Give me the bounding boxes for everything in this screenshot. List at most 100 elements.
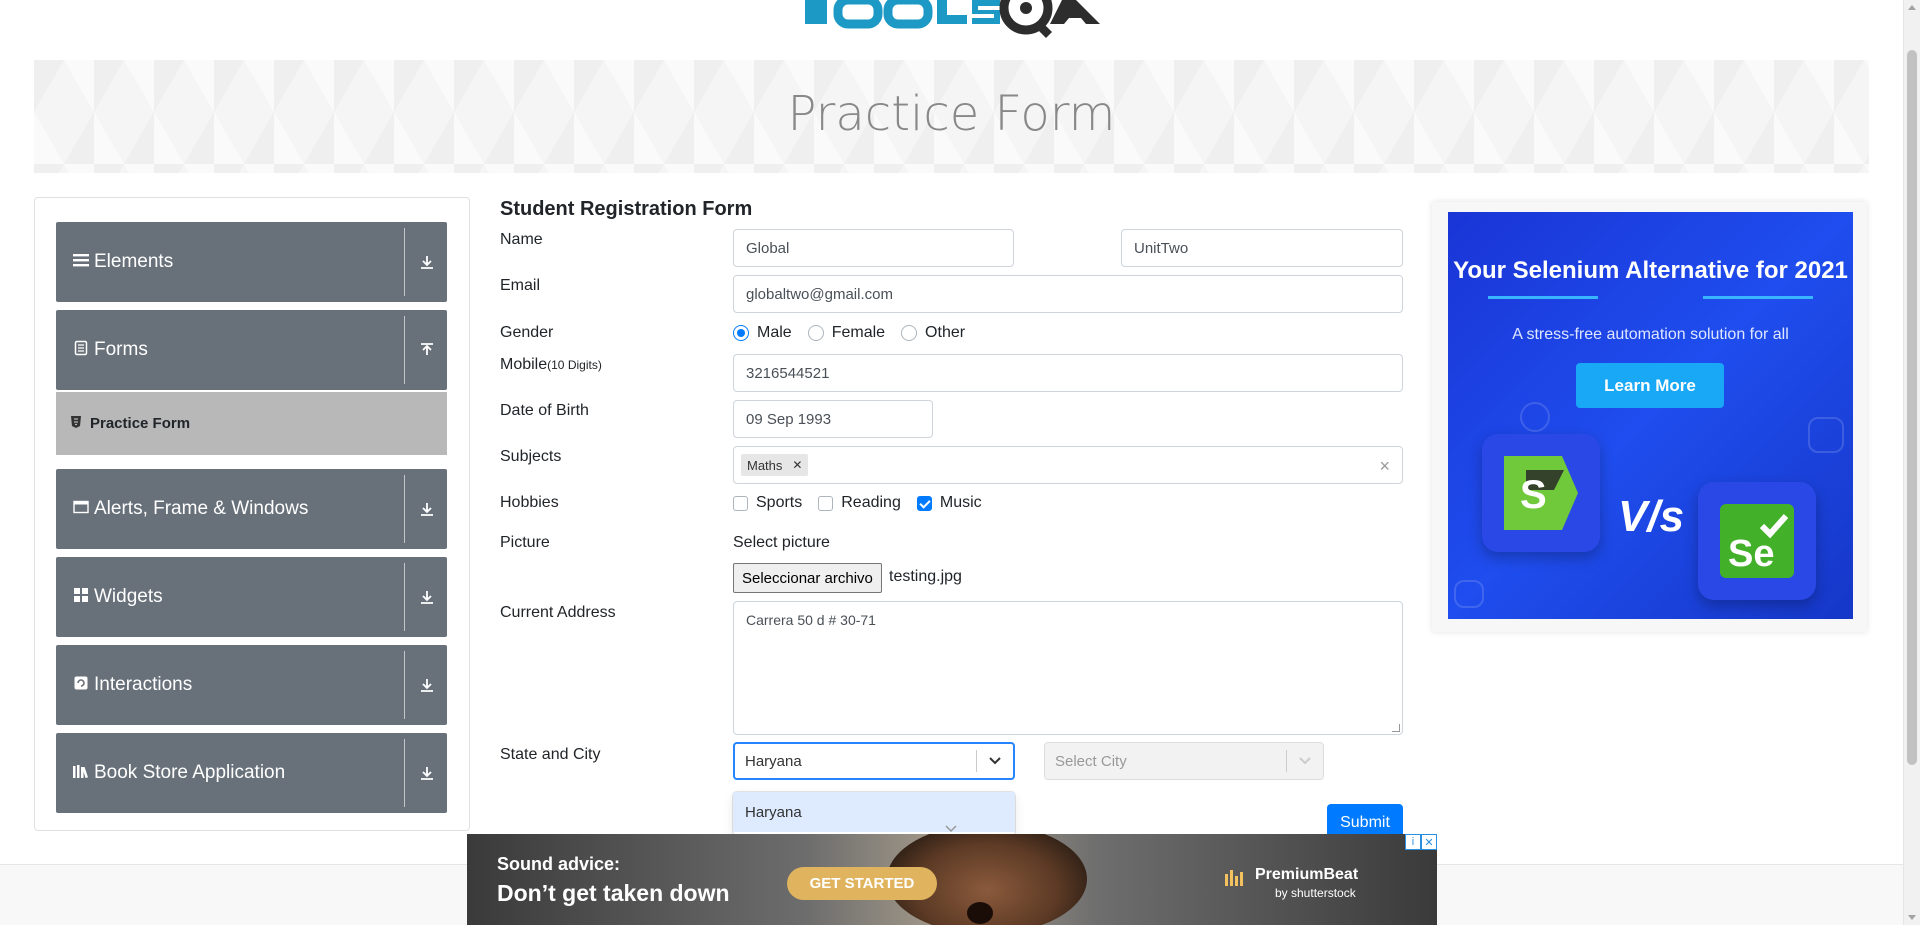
interactions-icon (72, 675, 90, 696)
svg-text:S: S (1520, 473, 1547, 517)
gender-option-female[interactable]: Female (807, 324, 886, 342)
dob-label: Date of Birth (500, 402, 589, 419)
widgets-icon (72, 587, 90, 608)
divider (404, 228, 405, 296)
ad-info-icon[interactable]: i (1405, 834, 1421, 850)
page-banner: Practice Form (34, 60, 1869, 173)
premiumbeat-logo-icon (1225, 868, 1247, 893)
ad-photo-detail (967, 902, 993, 924)
ad-creative[interactable]: Your Selenium Alternative for 2021 A str… (1448, 212, 1853, 619)
scrollbar-thumb[interactable] (1907, 50, 1917, 765)
dropdown-option[interactable]: Haryana (733, 792, 1015, 832)
subject-chip: Maths ✕ (741, 454, 809, 476)
code-icon (1808, 417, 1844, 453)
sidebar-group-label: Elements (94, 251, 174, 272)
choose-file-button[interactable]: Seleccionar archivo (733, 563, 882, 593)
sidebar-group-forms[interactable]: Forms (56, 310, 447, 390)
divider (404, 563, 405, 631)
hobby-option-reading[interactable]: Reading (818, 494, 901, 512)
close-icon[interactable]: ✕ (1421, 834, 1437, 850)
radio-button[interactable] (733, 325, 749, 341)
window-icon (72, 500, 90, 519)
clear-icon[interactable]: × (1379, 456, 1390, 477)
subjects-label: Subjects (500, 448, 562, 465)
name-label: Name (500, 231, 543, 248)
chevron-down-icon[interactable] (977, 756, 1013, 766)
sidebar-group-label: Interactions (94, 674, 193, 695)
hobbies-label: Hobbies (500, 494, 559, 511)
get-started-button[interactable]: GET STARTED (787, 867, 937, 900)
versus-text: V/s (1618, 492, 1685, 541)
expand-down-icon[interactable] (415, 497, 439, 521)
checkbox[interactable] (818, 495, 834, 511)
sidebar-group-elements[interactable]: Elements (56, 222, 447, 302)
date-of-birth-input[interactable]: 09 Sep 1993 (733, 400, 933, 438)
first-name-input[interactable]: Global (733, 229, 1014, 267)
gender-option-other[interactable]: Other (901, 324, 965, 342)
email-label: Email (500, 277, 541, 294)
sidebar-item-label: Practice Form (90, 415, 191, 432)
learn-more-button[interactable]: Learn More (1576, 363, 1724, 408)
sidebar-group-book-store[interactable]: Book Store Application (56, 733, 447, 813)
city-select[interactable]: Select City (1044, 742, 1324, 780)
books-icon (72, 763, 90, 784)
form-title: Student Registration Form (500, 198, 753, 220)
svg-text:Se: Se (1728, 533, 1774, 575)
subject-chip-label: Maths (747, 457, 783, 473)
mobile-label: Mobile(10 Digits) (500, 356, 602, 374)
expand-down-icon[interactable] (415, 585, 439, 609)
sidebar-group-widgets[interactable]: Widgets (56, 557, 447, 637)
resize-handle[interactable] (1392, 724, 1400, 732)
sidebar: Elements Forms Practice Form Alerts, Fra… (34, 197, 470, 831)
toolsqa-logo-icon (805, 0, 1100, 38)
mobile-label-text: Mobile (500, 356, 548, 373)
city-select-placeholder: Select City (1055, 752, 1127, 770)
checkbox[interactable] (916, 495, 932, 511)
state-select-value: Haryana (745, 752, 802, 770)
ad-brand: PremiumBeat (1255, 866, 1359, 883)
expand-down-icon[interactable] (415, 250, 439, 274)
expand-down-icon[interactable] (415, 761, 439, 785)
mobile-input[interactable]: 3216544521 (733, 354, 1403, 392)
hobby-option-music[interactable]: Music (916, 494, 982, 512)
ad-subtitle: A stress-free automation solution for al… (1512, 326, 1789, 343)
checkbox-label: Reading (841, 494, 901, 511)
email-input[interactable]: globaltwo@gmail.com (733, 275, 1403, 313)
hobbies-checkbox-group: Sports Reading Music (733, 494, 998, 512)
radio-label: Female (831, 324, 886, 341)
hobby-option-sports[interactable]: Sports (733, 494, 802, 512)
state-select[interactable]: Haryana (733, 742, 1015, 780)
radio-button[interactable] (901, 325, 918, 341)
gender-option-male[interactable]: Male (733, 324, 792, 342)
select-picture-caption: Select picture (733, 534, 830, 551)
subjects-input[interactable]: Maths ✕ × (733, 446, 1403, 484)
toolsqa-logo[interactable] (800, 0, 1120, 52)
remove-chip-icon[interactable]: ✕ (792, 458, 802, 472)
ad-title: Your Selenium Alternative for 2021 (1453, 257, 1848, 284)
radio-label: Other (925, 324, 966, 341)
picture-label: Picture (500, 534, 550, 551)
page-scrollbar[interactable] (1903, 0, 1920, 925)
radio-button[interactable] (807, 325, 824, 341)
gender-label: Gender (500, 324, 554, 341)
expand-down-icon[interactable] (415, 673, 439, 697)
scroll-up-icon[interactable] (1908, 5, 1916, 10)
collapse-up-icon[interactable] (415, 338, 439, 362)
file-name: testing.jpg (889, 568, 962, 585)
last-name-input[interactable]: UnitTwo (1121, 229, 1403, 267)
sidebar-item-practice-form[interactable]: Practice Form (56, 392, 447, 455)
mobile-hint: (10 Digits) (547, 358, 602, 372)
current-address-textarea[interactable]: Carrera 50 d # 30-71 (733, 601, 1403, 735)
ad-banner-right[interactable]: Your Selenium Alternative for 2021 A str… (1432, 202, 1867, 632)
gender-radio-group: Male Female Other (733, 324, 981, 342)
divider (404, 316, 405, 384)
checkbox[interactable] (733, 495, 748, 511)
sidebar-group-label: Book Store Application (94, 762, 286, 783)
clock-icon (1520, 402, 1550, 432)
scroll-down-icon[interactable] (1908, 915, 1916, 920)
sidebar-group-alerts[interactable]: Alerts, Frame & Windows (56, 469, 447, 549)
chevron-down-icon[interactable] (1287, 756, 1323, 766)
selenium-logo-icon: Se (1698, 482, 1816, 600)
ad-banner-bottom[interactable]: Sound advice: Don’t get taken down GET S… (467, 834, 1437, 925)
sidebar-group-interactions[interactable]: Interactions (56, 645, 447, 725)
